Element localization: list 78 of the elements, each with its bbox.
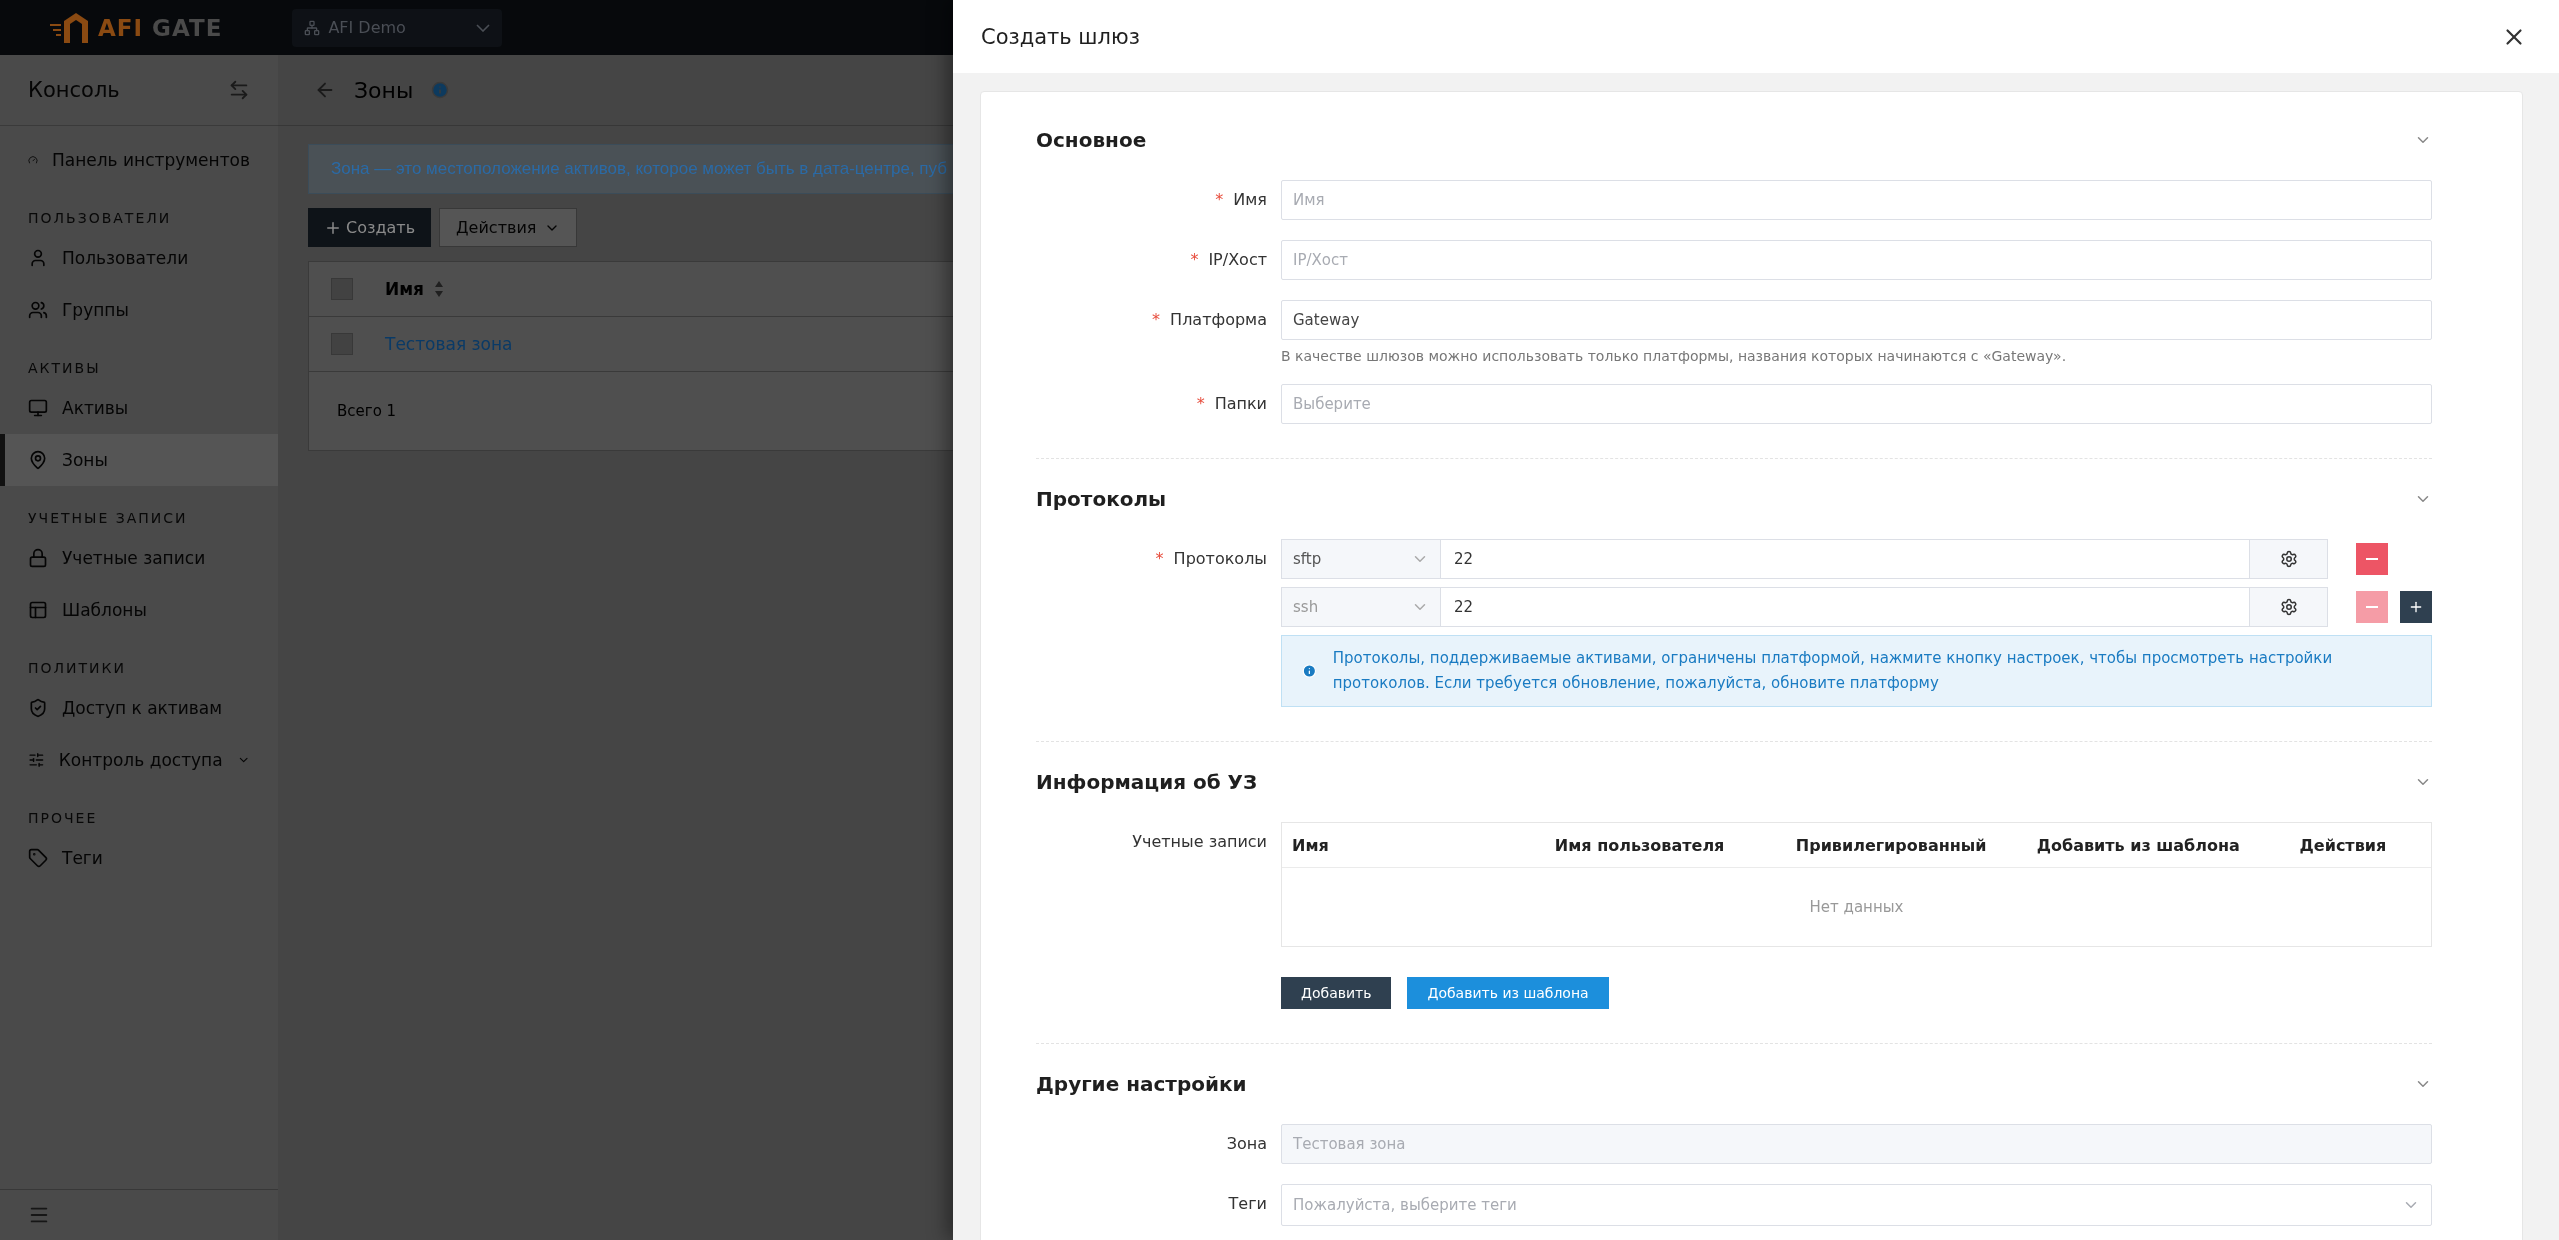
section-title: Протоколы bbox=[1036, 487, 1167, 511]
text-field[interactable]: IP/Хост bbox=[1281, 240, 2432, 280]
plus-icon bbox=[2408, 599, 2424, 615]
actions-button[interactable]: Действия bbox=[439, 208, 578, 247]
sidebar-item[interactable]: Панель инструментов bbox=[0, 134, 278, 186]
logo-text: AFI GATE bbox=[98, 14, 223, 41]
protocol-select[interactable]: sftp bbox=[1281, 539, 1441, 579]
info-icon bbox=[431, 81, 450, 99]
field-label: * Имя bbox=[1214, 189, 1268, 211]
user-icon bbox=[28, 248, 48, 268]
remove-button[interactable] bbox=[2356, 543, 2388, 575]
create-button[interactable]: Создать bbox=[308, 208, 432, 247]
column-header: Добавить из шаблона bbox=[2036, 835, 2241, 855]
text-field[interactable]: Выберите bbox=[1281, 384, 2432, 424]
settings-icon bbox=[2279, 598, 2298, 616]
section-title: Информация об УЗ bbox=[1036, 770, 1258, 794]
total-count: Всего 1 bbox=[337, 402, 397, 420]
port-field[interactable]: 22 bbox=[1441, 539, 2250, 579]
column-header: Имя пользователя bbox=[1554, 835, 1726, 855]
column-header: Привилегированный bbox=[1795, 835, 1988, 855]
field-label: * Платформа bbox=[1151, 309, 1268, 331]
page-title: Зоны bbox=[354, 77, 414, 103]
nav-group-heading: ПРОЧЕЕ bbox=[27, 809, 99, 828]
note-text: Протоколы, поддерживаемые активами, ограничены платформой, нажмите кнопку настроек, чтобы просмотреть настройки протоколов. Если требуется обновление, пожалуйста, обновите платформу bbox=[1332, 648, 2334, 694]
sidebar-item[interactable]: Активы bbox=[0, 382, 278, 434]
zone-link[interactable]: Тестовая зона bbox=[385, 334, 513, 354]
users-icon bbox=[28, 300, 48, 320]
tag-icon bbox=[28, 848, 48, 868]
field-label: * Папки bbox=[1195, 393, 1268, 415]
sidebar-title: Консоль bbox=[28, 78, 120, 102]
text-field[interactable]: Имя bbox=[1281, 180, 2432, 220]
switch-icon[interactable] bbox=[228, 79, 250, 101]
add-button[interactable]: Добавить bbox=[1281, 977, 1392, 1009]
field-label: Теги bbox=[1227, 1193, 1268, 1215]
sidebar-item[interactable]: Зоны bbox=[0, 434, 278, 486]
sidebar-item[interactable]: Теги bbox=[0, 832, 278, 884]
sidebar-item[interactable]: Доступ к активам bbox=[0, 682, 278, 734]
settings-icon bbox=[2279, 550, 2298, 568]
shield-icon bbox=[28, 698, 48, 718]
field-label: * Протоколы bbox=[1154, 548, 1268, 570]
settings-button[interactable] bbox=[2250, 539, 2328, 579]
layout-icon bbox=[28, 600, 48, 620]
chevron-down-icon bbox=[476, 23, 491, 32]
field-label: Зона bbox=[1225, 1133, 1268, 1155]
monitor-icon bbox=[28, 398, 48, 418]
field-label: * IP/Хост bbox=[1189, 249, 1268, 271]
settings-button[interactable] bbox=[2250, 587, 2328, 627]
column-header: Имя bbox=[1292, 835, 1330, 855]
add-button[interactable]: Добавить из шаблона bbox=[1407, 977, 1609, 1009]
section-title: Основное bbox=[1036, 128, 1147, 152]
add-button[interactable] bbox=[2400, 591, 2432, 623]
minus-icon bbox=[2366, 606, 2378, 608]
nav-group-heading: ПОЛИТИКИ bbox=[27, 659, 127, 678]
drawer-title: Создать шлюз bbox=[981, 24, 1140, 49]
sidebar-item[interactable]: Учетные записи bbox=[0, 532, 278, 584]
sidebar-item[interactable]: Группы bbox=[0, 284, 278, 336]
sort-icon[interactable] bbox=[434, 280, 445, 298]
info-banner: Зона — это местоположение активов, которое может быть в дата-центре, пуб bbox=[308, 144, 953, 194]
minus-icon bbox=[2366, 558, 2378, 560]
org-selector[interactable]: AFI Demo bbox=[292, 8, 503, 47]
sidebar-item[interactable]: Шаблоны bbox=[0, 584, 278, 636]
text-field[interactable]: Gateway bbox=[1281, 300, 2432, 340]
column-header: Действия bbox=[2299, 835, 2388, 855]
empty-text: Нет данных bbox=[1809, 898, 1904, 916]
map-pin-icon bbox=[28, 450, 48, 470]
sidebar-item[interactable]: Контроль доступа bbox=[0, 734, 278, 786]
sidebar-item[interactable]: Пользователи bbox=[0, 232, 278, 284]
select-field[interactable]: Пожалуйста, выберите теги bbox=[1281, 1184, 2432, 1226]
section-title: Другие настройки bbox=[1036, 1072, 1247, 1096]
nav-group-heading: ПОЛЬЗОВАТЕЛИ bbox=[27, 209, 173, 228]
help-text: В качестве шлюзов можно использовать только платформы, названия которых начинаются с «Gateway». bbox=[1281, 348, 2068, 364]
lock-icon bbox=[28, 548, 48, 568]
nav-group-heading: АКТИВЫ bbox=[27, 359, 102, 378]
field-label: Учетные записи bbox=[1131, 831, 1268, 853]
column-header: Имя bbox=[385, 279, 425, 299]
nav-group-heading: УЧЕТНЫЕ ЗАПИСИ bbox=[27, 509, 189, 528]
sliders-icon bbox=[28, 750, 45, 770]
network-icon bbox=[304, 19, 321, 36]
